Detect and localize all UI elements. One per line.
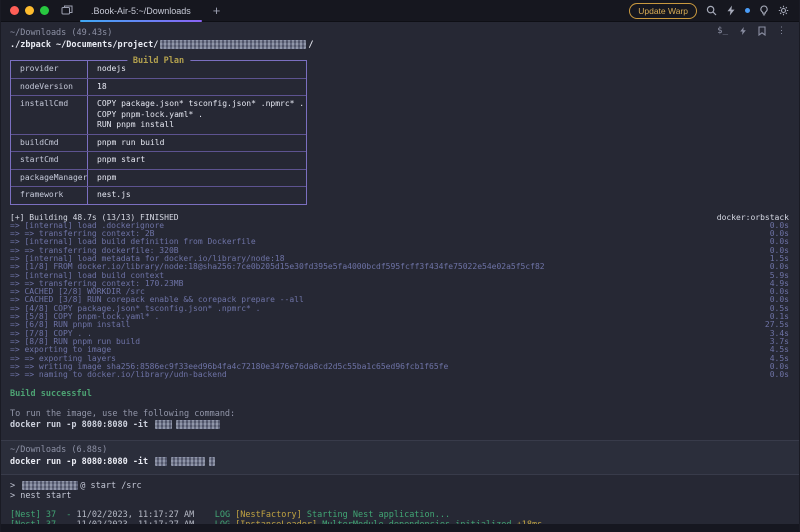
build-plan-title: Build Plan bbox=[127, 56, 190, 66]
redacted-text bbox=[171, 457, 205, 466]
prompt-header-2: ~/Downloads (6.88s) bbox=[1, 444, 799, 456]
kebab-menu-icon[interactable]: ⋮ bbox=[777, 26, 786, 36]
redacted-text bbox=[155, 420, 172, 429]
build-plan-table: Build Plan provider nodejs nodeVersion 1… bbox=[10, 60, 307, 205]
pnpm-start-line: > @ start /src bbox=[10, 481, 799, 491]
table-row: installCmd COPY package.json* tsconfig.j… bbox=[11, 96, 306, 135]
build-status: Build successful bbox=[10, 389, 799, 399]
panes-icon[interactable] bbox=[61, 5, 73, 16]
lightbulb-icon[interactable] bbox=[759, 5, 769, 16]
new-tab-button[interactable]: + bbox=[213, 6, 221, 16]
docker-run-command-line: docker run -p 8080:8080 -it bbox=[1, 456, 799, 469]
window-controls bbox=[10, 6, 49, 15]
warp-terminal-window: { "window": { "tab_title": ".Book-Air-5:… bbox=[0, 0, 800, 532]
zoom-window-button[interactable] bbox=[40, 6, 49, 15]
docker-build-log: [+] Building 48.7s (13/13) FINISHED dock… bbox=[10, 214, 789, 380]
close-window-button[interactable] bbox=[10, 6, 19, 15]
window-bottom-edge bbox=[1, 524, 799, 532]
table-row: startCmd pnpm start bbox=[11, 152, 306, 170]
redacted-text bbox=[209, 457, 215, 466]
ai-lightning-icon[interactable] bbox=[726, 5, 736, 16]
run-hint: To run the image, use the following comm… bbox=[10, 409, 799, 420]
redacted-package-name bbox=[22, 481, 78, 490]
terminal-content: $_ ⋮ ~/Downloads (49.43s) ./zbpack ~/Doc… bbox=[1, 22, 799, 532]
nest-log-line: [Nest] 37 - 11/02/2023, 11:17:27 AM LOG … bbox=[10, 510, 799, 520]
table-row: nodeVersion 18 bbox=[11, 79, 306, 97]
table-row: framework nest.js bbox=[11, 187, 306, 204]
redacted-text bbox=[176, 420, 220, 429]
minimize-window-button[interactable] bbox=[25, 6, 34, 15]
terminal-tab[interactable]: .Book-Air-5:~/Downloads bbox=[77, 0, 205, 22]
bookmark-icon[interactable] bbox=[758, 26, 766, 36]
prompt-header-1: ~/Downloads (49.43s) bbox=[1, 27, 799, 39]
zbpack-command-line: ./zbpack ~/Documents/project// bbox=[1, 39, 799, 52]
log-line: => [6/8] RUN pnpm install27.5s bbox=[10, 321, 789, 329]
share-block-terminal-icon[interactable]: $_ bbox=[717, 26, 728, 36]
tab-title: .Book-Air-5:~/Downloads bbox=[91, 6, 191, 16]
block-lightning-icon[interactable] bbox=[739, 26, 747, 36]
nest-start-line: > nest start bbox=[10, 491, 799, 501]
block-actions: $_ ⋮ bbox=[717, 26, 786, 36]
table-row: packageManager pnpm bbox=[11, 170, 306, 188]
settings-gear-icon[interactable] bbox=[778, 5, 789, 16]
notification-dot bbox=[745, 8, 750, 13]
log-line: => [8/8] RUN pnpm run build3.7s bbox=[10, 338, 789, 346]
log-line: => => naming to docker.io/library/udn-ba… bbox=[10, 371, 789, 379]
log-line: => exporting to image4.5s bbox=[10, 346, 789, 354]
titlebar: .Book-Air-5:~/Downloads + Update Warp bbox=[1, 0, 799, 22]
suggested-run-command: docker run -p 8080:8080 -it bbox=[10, 420, 799, 431]
table-row: buildCmd pnpm run build bbox=[11, 135, 306, 153]
redacted-text bbox=[155, 457, 167, 466]
redacted-project-name bbox=[160, 40, 306, 49]
command-block-2: ~/Downloads (6.88s) docker run -p 8080:8… bbox=[1, 440, 799, 475]
search-icon[interactable] bbox=[706, 5, 717, 16]
update-warp-button[interactable]: Update Warp bbox=[629, 3, 697, 19]
